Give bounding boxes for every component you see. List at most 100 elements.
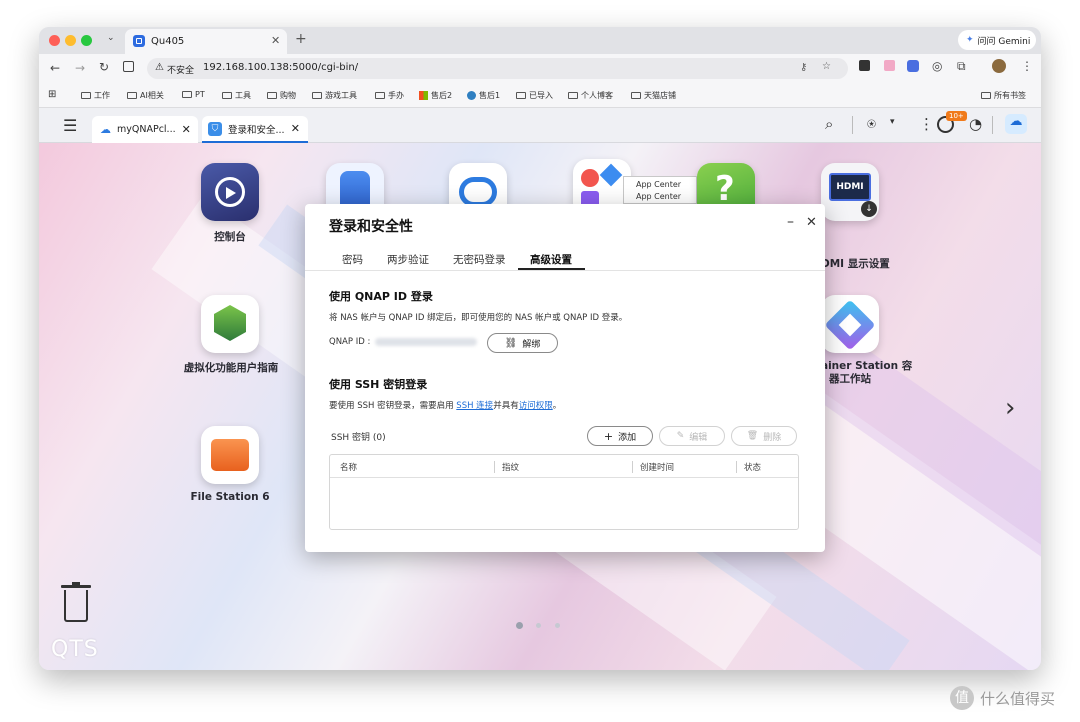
- col-status[interactable]: 状态: [744, 461, 761, 473]
- qts-tab-label: myQNAPcl...: [117, 124, 176, 135]
- tab-passwordless[interactable]: 无密码登录: [453, 252, 506, 267]
- extension-4-icon[interactable]: ◎: [932, 59, 942, 73]
- control-panel-icon[interactable]: [201, 163, 259, 221]
- browser-menu-icon[interactable]: ⋮: [1021, 59, 1033, 73]
- key-icon[interactable]: ⚷: [800, 62, 807, 73]
- delete-label: 删除: [763, 432, 782, 443]
- hdmi-text: HDMI: [829, 173, 871, 201]
- user-account-icon[interactable]: ⍟: [867, 115, 876, 133]
- page-dot-active[interactable]: [516, 622, 523, 629]
- col-name[interactable]: 名称: [340, 461, 357, 473]
- apps-grid-icon[interactable]: ⊞: [48, 89, 56, 100]
- browser-tab-bar: ⌄ Qu405 ✕ + ✦ 问问 Gemini: [39, 27, 1041, 54]
- container-station-icon[interactable]: [821, 295, 879, 353]
- reload-icon[interactable]: ↻: [99, 60, 109, 74]
- edit-ssh-key-button[interactable]: ✎ 编辑: [659, 426, 725, 446]
- bookmark-folder[interactable]: 手办: [375, 90, 404, 101]
- hamburger-menu-icon[interactable]: ☰: [63, 116, 77, 135]
- zoom-window-button[interactable]: [81, 35, 92, 46]
- close-dialog-icon[interactable]: ✕: [806, 215, 817, 230]
- folder-icon: [981, 92, 991, 99]
- extension-1-icon[interactable]: [859, 60, 870, 71]
- bookmark-folder[interactable]: 游戏工具: [312, 90, 357, 101]
- folder-icon: [222, 92, 232, 99]
- bookmark-folder[interactable]: AI相关: [127, 90, 164, 101]
- chevron-down-icon[interactable]: ▾: [890, 117, 895, 127]
- ssh-section-title: 使用 SSH 密钥登录: [329, 378, 428, 391]
- extension-3-icon[interactable]: [907, 60, 919, 72]
- folder-icon: [312, 92, 322, 99]
- app-center-tooltip: App Center App Center: [623, 176, 697, 204]
- access-permission-link[interactable]: 访问权限: [519, 401, 553, 411]
- page-dot[interactable]: [536, 623, 541, 628]
- minimize-window-button[interactable]: [65, 35, 76, 46]
- profile-avatar[interactable]: [992, 59, 1006, 73]
- close-tab-icon[interactable]: ✕: [271, 34, 280, 47]
- qts-tab-myqnapcloud[interactable]: ☁ myQNAPcl... ✕: [92, 116, 198, 143]
- virtualization-guide-icon[interactable]: [201, 295, 259, 353]
- virtualization-guide-label: 虚拟化功能用户指南: [183, 362, 279, 374]
- hdmi-display-label: DMI 显示设置: [821, 258, 890, 270]
- bookmark-item[interactable]: 售后2: [419, 90, 452, 101]
- back-icon[interactable]: ←: [50, 61, 60, 75]
- search-icon[interactable]: ⌕: [825, 115, 833, 133]
- favicon-icon: [467, 91, 476, 100]
- col-fingerprint[interactable]: 指纹: [502, 461, 519, 473]
- ssh-desc-text: 要使用 SSH 密钥登录，需要启用: [329, 401, 454, 411]
- qts-taskbar: ☰ ☁ myQNAPcl... ✕ ⛉ 登录和安全... ✕ ⌕ ⍟ ▾ ⋮ 1…: [39, 108, 1041, 143]
- gemini-button[interactable]: ✦ 问问 Gemini: [958, 30, 1036, 50]
- extension-2-icon[interactable]: [884, 60, 895, 71]
- page-dot[interactable]: [555, 623, 560, 628]
- bookmark-folder[interactable]: 天猫店铺: [631, 90, 676, 101]
- reader-mode-icon[interactable]: [123, 61, 134, 72]
- bookmark-folder[interactable]: 工具: [222, 90, 251, 101]
- more-options-icon[interactable]: ⋮: [919, 115, 934, 133]
- bookmark-folder[interactable]: 已导入: [516, 90, 553, 101]
- bookmark-folder[interactable]: 购物: [267, 90, 296, 101]
- close-qts-tab-icon[interactable]: ✕: [182, 123, 191, 136]
- bookmark-folder[interactable]: 工作: [81, 90, 110, 101]
- tab-advanced-settings[interactable]: 高级设置: [530, 252, 572, 267]
- address-bar[interactable]: ⚠ 不安全 192.168.100.138:5000/cgi-bin/ ⚷ ☆: [147, 58, 848, 79]
- bookmark-folder[interactable]: PT: [182, 90, 205, 99]
- ssh-keys-table: 名称 指纹 创建时间 状态: [329, 454, 799, 530]
- folder-icon: [182, 91, 192, 98]
- tab-list-chevron-icon[interactable]: ⌄: [107, 33, 115, 43]
- qnap-id-section-title: 使用 QNAP ID 登录: [329, 290, 433, 303]
- column-divider: [736, 461, 737, 473]
- myqnapcloud-icon[interactable]: ☁: [1005, 114, 1027, 134]
- unbind-button[interactable]: ⛓ 解绑: [487, 333, 558, 353]
- bookmark-label: 游戏工具: [325, 91, 357, 100]
- tab-two-step[interactable]: 两步验证: [387, 252, 429, 267]
- add-ssh-key-button[interactable]: + 添加: [587, 426, 653, 446]
- file-station-icon[interactable]: [201, 426, 259, 484]
- qts-tab-login-security[interactable]: ⛉ 登录和安全... ✕: [202, 116, 308, 143]
- bookmark-item[interactable]: 售后1: [467, 90, 500, 101]
- folder-icon: [375, 92, 385, 99]
- qts-tab-label: 登录和安全...: [228, 124, 285, 136]
- tab-password[interactable]: 密码: [342, 252, 363, 267]
- col-created-time[interactable]: 创建时间: [640, 461, 674, 473]
- bookmark-label: 购物: [280, 91, 296, 100]
- dashboard-gauge-icon[interactable]: ◔: [969, 115, 982, 133]
- delete-ssh-key-button[interactable]: 🗑 删除: [731, 426, 797, 446]
- trash-icon[interactable]: [61, 582, 91, 623]
- extensions-puzzle-icon[interactable]: ⧉: [957, 59, 966, 74]
- close-window-button[interactable]: [49, 35, 60, 46]
- minimize-dialog-icon[interactable]: –: [787, 214, 794, 230]
- all-bookmarks-folder[interactable]: 所有书签: [981, 90, 1026, 101]
- new-tab-button[interactable]: +: [295, 31, 307, 47]
- browser-tab-qu405[interactable]: Qu405 ✕: [125, 29, 287, 54]
- tooltip-line: App Center: [636, 180, 682, 189]
- ssh-connection-link[interactable]: SSH 连接: [456, 401, 493, 411]
- close-qts-tab-icon[interactable]: ✕: [291, 122, 300, 135]
- label-line: 器工作站: [829, 373, 871, 385]
- bookmark-label: 工作: [94, 91, 110, 100]
- forward-icon[interactable]: →: [75, 61, 85, 75]
- url-text[interactable]: 192.168.100.138:5000/cgi-bin/: [203, 62, 358, 73]
- star-bookmark-icon[interactable]: ☆: [822, 61, 831, 72]
- bookmark-folder[interactable]: 个人博客: [568, 90, 613, 101]
- next-page-chevron-icon[interactable]: ›: [1005, 393, 1015, 423]
- hdmi-display-icon[interactable]: HDMI ↓: [821, 163, 879, 221]
- bookmark-label: 天猫店铺: [644, 91, 676, 100]
